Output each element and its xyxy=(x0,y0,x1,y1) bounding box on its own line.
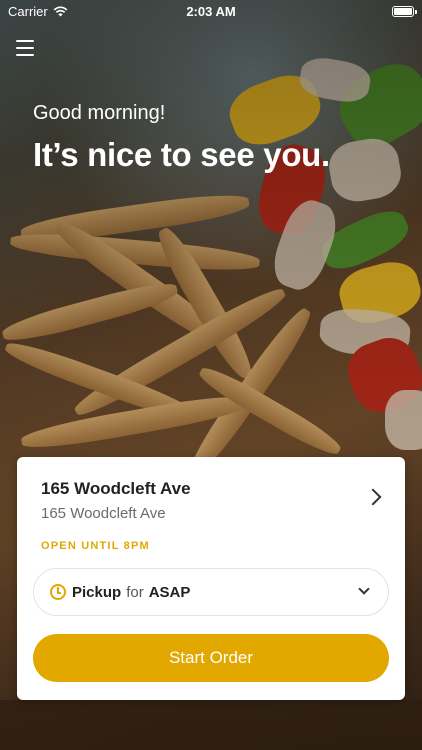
location-selector[interactable]: 165 Woodcleft Ave 165 Woodcleft Ave xyxy=(41,479,389,522)
clock-icon xyxy=(50,584,66,600)
welcome-headline: It’s nice to see you. xyxy=(33,136,330,173)
pickup-mode-label: Pickup xyxy=(72,583,122,601)
location-name: 165 Woodcleft Ave xyxy=(41,479,191,498)
chevron-down-icon xyxy=(358,583,370,595)
battery-icon xyxy=(392,5,417,17)
location-card: 165 Woodcleft Ave 165 Woodcleft Ave OPEN… xyxy=(17,457,405,700)
pickup-connector: for xyxy=(126,583,144,601)
pickup-time-value: ASAP xyxy=(148,583,191,601)
pickup-time-selector[interactable]: Pickup for ASAP xyxy=(33,568,389,616)
open-status-label: OPEN UNTIL 8PM xyxy=(41,540,150,552)
status-time: 2:03 AM xyxy=(186,3,236,19)
greeting-text: Good morning! xyxy=(33,102,166,124)
start-order-button[interactable]: Start Order xyxy=(33,634,389,682)
hamburger-menu-icon[interactable] xyxy=(16,40,34,56)
location-address: 165 Woodcleft Ave xyxy=(41,505,166,522)
status-bar: Carrier 2:03 AM xyxy=(0,0,422,22)
